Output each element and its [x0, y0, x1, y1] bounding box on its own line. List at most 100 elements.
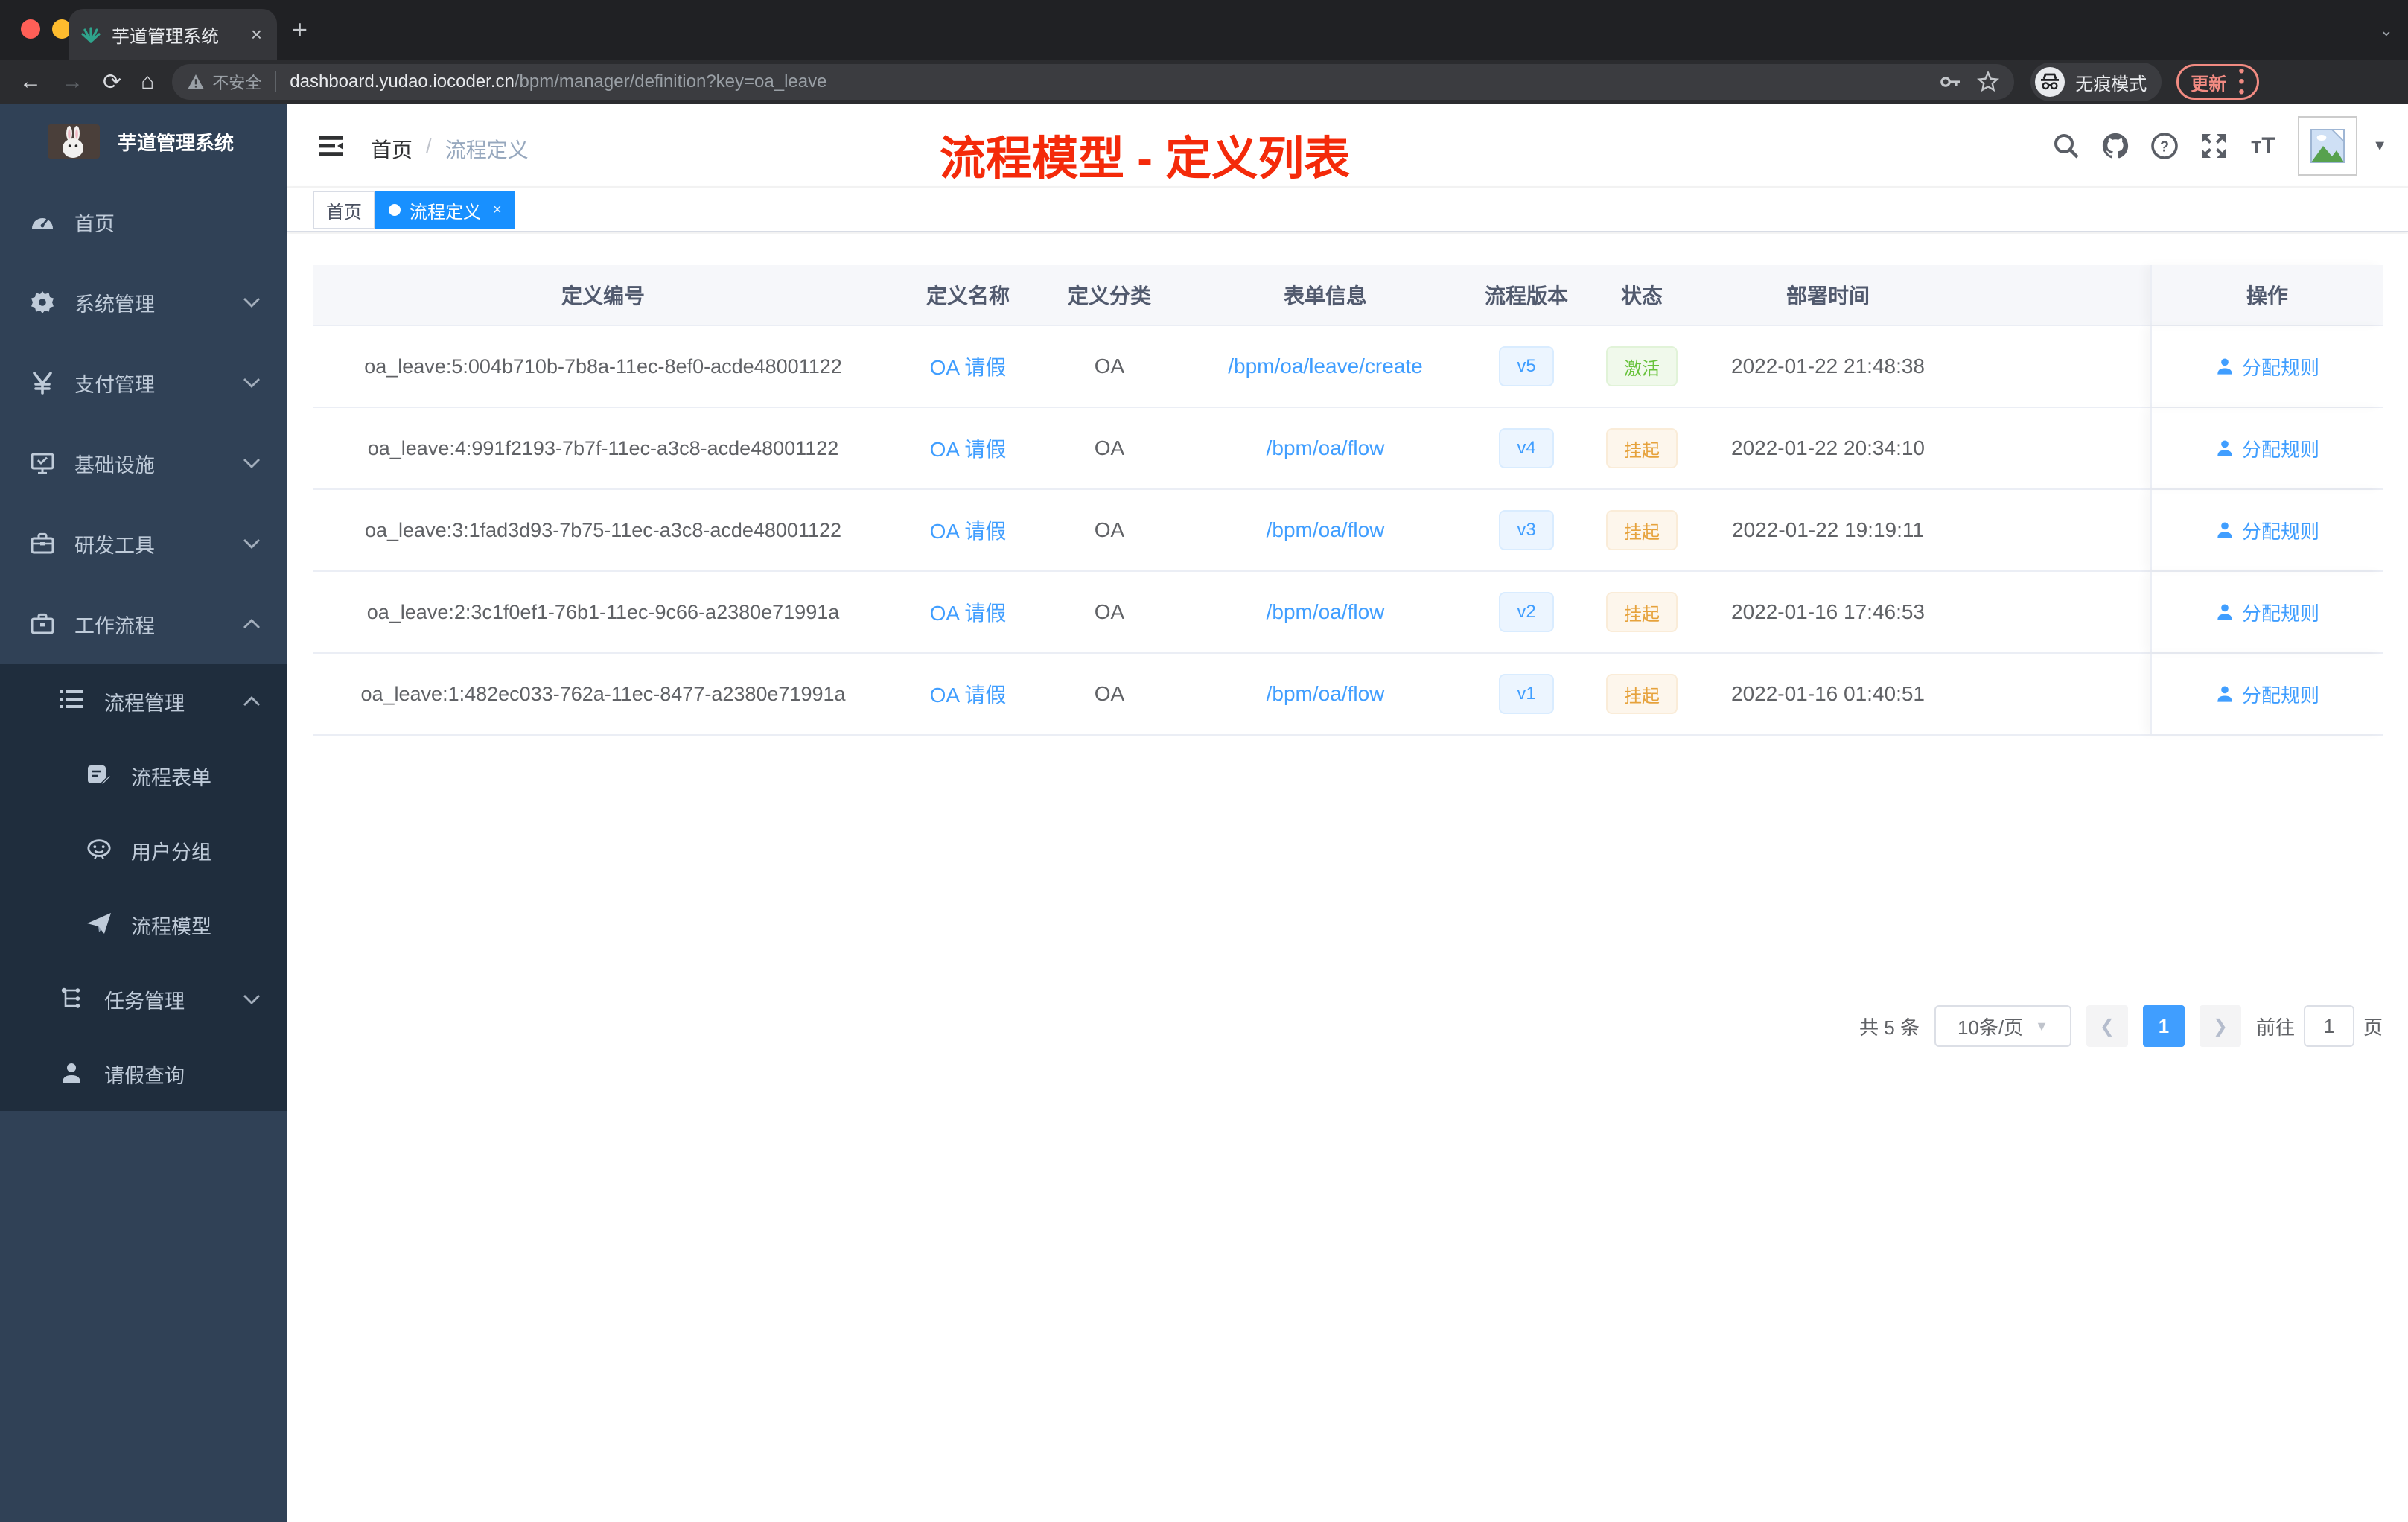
table-row: oa_leave:4:991f2193-7b7f-11ec-a3c8-acde4…	[313, 408, 2383, 490]
tab-search-chevron-icon[interactable]: ⌄	[2380, 21, 2393, 40]
sidebar-item-label: 支付管理	[74, 373, 155, 396]
sidebar-item-task-management[interactable]: 任务管理	[0, 962, 287, 1037]
menu-kebab-icon[interactable]: • • •	[2238, 63, 2244, 101]
sidebar-item-payment[interactable]: 支付管理	[0, 343, 287, 423]
column-header: 定义编号	[561, 284, 645, 308]
sidebar-item-workflow[interactable]: 工作流程	[0, 584, 287, 664]
prev-page-button[interactable]: ❮	[2086, 1005, 2128, 1047]
status-badge: 挂起	[1606, 510, 1678, 550]
sidebar-item-process-model[interactable]: 流程模型	[0, 888, 287, 962]
form-info-link[interactable]: /bpm/oa/leave/create	[1176, 326, 1474, 407]
tag-process-definition[interactable]: 流程定义 ×	[375, 191, 515, 229]
column-header: 操作	[2150, 265, 2383, 325]
svg-text:?: ?	[2160, 138, 2169, 155]
definition-name-link[interactable]: OA 请假	[894, 654, 1042, 734]
sidebar-item-leave-query[interactable]: 请假查询	[0, 1037, 287, 1111]
forward-icon[interactable]: →	[61, 69, 83, 95]
url-bar[interactable]: 不安全 dashboard.yudao.iocoder.cn/bpm/manag…	[172, 64, 2015, 100]
github-icon[interactable]	[2101, 132, 2130, 160]
new-tab-button[interactable]: +	[292, 16, 308, 43]
tag-label: 首页	[326, 202, 362, 223]
sidebar-item-process-form[interactable]: 流程表单	[0, 739, 287, 813]
favicon-leaf-icon	[80, 24, 101, 45]
paper-plane-icon	[86, 912, 112, 937]
deploy-time: 2022-01-16 17:46:53	[1731, 600, 1925, 623]
breadcrumb-home[interactable]: 首页	[371, 134, 413, 164]
sidebar-item-system[interactable]: 系统管理	[0, 262, 287, 343]
definition-name-link[interactable]: OA 请假	[894, 408, 1042, 488]
url-path: /bpm/manager/definition?key=oa_leave	[514, 71, 827, 92]
main-content: 定义编号 定义名称 定义分类 表单信息 流程版本 状态 部署时间 操作 oa_l…	[287, 234, 2408, 1522]
form-info-link[interactable]: /bpm/oa/flow	[1176, 654, 1474, 734]
definition-id: oa_leave:4:991f2193-7b7f-11ec-a3c8-acde4…	[367, 436, 839, 459]
sidebar-item-process-management[interactable]: 流程管理	[0, 664, 287, 739]
not-secure-warning[interactable]: 不安全	[187, 70, 261, 94]
action-label: 分配规则	[2241, 520, 2319, 543]
incognito-label: 无痕模式	[2075, 74, 2147, 95]
sidebar-item-infrastructure[interactable]: 基础设施	[0, 423, 287, 503]
filler-cell	[1951, 326, 2150, 407]
chevron-up-icon	[243, 619, 261, 629]
page-size-value: 10条/页	[1957, 1016, 2024, 1039]
sidebar-item-label: 首页	[74, 212, 115, 235]
tree-icon	[60, 987, 85, 1012]
tab-close-icon[interactable]: ×	[248, 23, 265, 46]
form-info-link[interactable]: /bpm/oa/flow	[1176, 490, 1474, 570]
definition-category: OA	[1094, 518, 1125, 541]
definition-category: OA	[1094, 600, 1125, 623]
goto-page-input[interactable]	[2303, 1005, 2354, 1047]
logo-rabbit-image	[48, 124, 100, 159]
sidebar-item-user-group[interactable]: 用户分组	[0, 813, 287, 888]
update-button[interactable]: 更新 • • •	[2176, 63, 2259, 101]
sidebar-item-home[interactable]: 首页	[0, 182, 287, 262]
form-info-link[interactable]: /bpm/oa/flow	[1176, 572, 1474, 652]
help-icon[interactable]: ?	[2150, 132, 2179, 160]
sidebar-item-label: 任务管理	[104, 990, 185, 1013]
sidebar-menu: 首页 系统管理 支付管理 基础设施 研发工具 工作流程 流程管理 流程表单 用户…	[0, 179, 287, 1111]
search-icon[interactable]	[2052, 132, 2080, 160]
version-badge: v1	[1499, 674, 1554, 714]
monitor-icon	[30, 450, 55, 476]
tag-close-icon[interactable]: ×	[493, 202, 502, 219]
bookmark-star-icon[interactable]	[1977, 71, 2000, 93]
assign-rule-button[interactable]: 分配规则	[2215, 517, 2319, 544]
browser-tab[interactable]: 芋道管理系统 ×	[69, 9, 277, 60]
font-size-icon[interactable]: ᴛT	[2249, 132, 2277, 160]
back-icon[interactable]: ←	[19, 69, 42, 95]
active-tag-dot	[389, 204, 401, 216]
definition-name-link[interactable]: OA 请假	[894, 326, 1042, 407]
current-page-button[interactable]: 1	[2142, 1005, 2185, 1047]
next-page-button[interactable]: ❯	[2199, 1005, 2241, 1047]
close-window-button[interactable]	[21, 19, 40, 39]
password-key-icon[interactable]	[1940, 72, 1962, 92]
definition-name-link[interactable]: OA 请假	[894, 572, 1042, 652]
sidebar-item-label: 流程表单	[131, 766, 211, 789]
assign-rule-button[interactable]: 分配规则	[2215, 353, 2319, 380]
fullscreen-icon[interactable]	[2200, 132, 2228, 160]
assign-rule-button[interactable]: 分配规则	[2215, 599, 2319, 626]
avatar[interactable]	[2298, 116, 2358, 176]
total-count: 共 5 条	[1859, 1016, 1920, 1039]
page-size-select[interactable]: 10条/页 ▼	[1934, 1005, 2071, 1047]
version-badge: v3	[1499, 510, 1554, 550]
column-header: 流程版本	[1484, 284, 1568, 308]
url-text[interactable]: dashboard.yudao.iocoder.cn/bpm/manager/d…	[290, 71, 1925, 92]
assign-rule-button[interactable]: 分配规则	[2215, 435, 2319, 462]
status-badge: 挂起	[1606, 592, 1678, 632]
sidebar-fold-icon[interactable]	[317, 133, 344, 159]
deploy-time: 2022-01-22 21:48:38	[1731, 354, 1925, 378]
url-divider	[275, 71, 277, 92]
form-info-link[interactable]: /bpm/oa/flow	[1176, 408, 1474, 488]
form-edit-icon	[86, 763, 112, 789]
sidebar-item-dev-tools[interactable]: 研发工具	[0, 503, 287, 584]
home-icon[interactable]: ⌂	[141, 69, 154, 95]
filler-cell	[1951, 572, 2150, 652]
tag-home[interactable]: 首页	[313, 191, 375, 229]
status-badge: 挂起	[1606, 428, 1678, 468]
definition-name-link[interactable]: OA 请假	[894, 490, 1042, 570]
filler-cell	[1951, 408, 2150, 488]
broken-image-icon	[2310, 129, 2345, 163]
reload-icon[interactable]: ⟳	[103, 69, 121, 95]
assign-rule-button[interactable]: 分配规则	[2215, 681, 2319, 708]
avatar-dropdown-caret-icon[interactable]: ▼	[2372, 138, 2387, 155]
